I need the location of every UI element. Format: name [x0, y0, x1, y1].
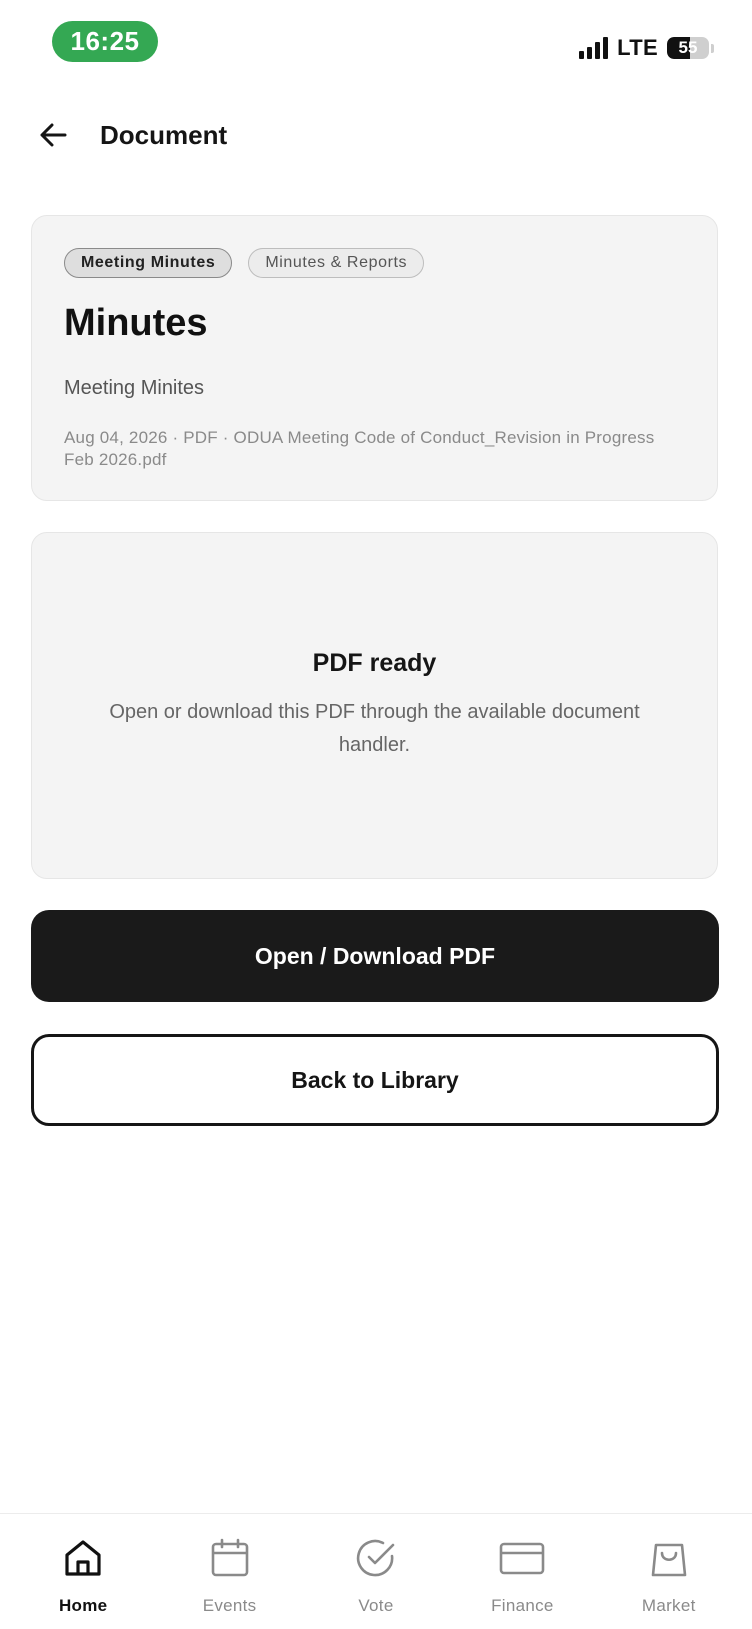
bottom-nav: Home Events Vote Finance Market: [0, 1513, 752, 1629]
document-info-card: Meeting Minutes Minutes & Reports Minute…: [31, 215, 718, 501]
nav-label-events: Events: [202, 1596, 257, 1615]
network-type: LTE: [617, 35, 658, 60]
nav-label-market: Market: [641, 1596, 696, 1615]
back-to-library-button[interactable]: Back to Library: [31, 1034, 719, 1126]
tag-chip-meeting-minutes[interactable]: Meeting Minutes: [64, 248, 233, 278]
status-indicators: LTE 55: [579, 34, 714, 62]
preview-description: Open or download this PDF through the av…: [109, 701, 640, 756]
document-subtitle: Meeting Minites: [64, 377, 205, 399]
nav-item-events[interactable]: Events: [165, 1514, 295, 1616]
calendar-icon: [206, 1534, 254, 1582]
nav-label-home: Home: [58, 1596, 108, 1615]
check-circle-icon: [352, 1534, 400, 1582]
nav-label-finance: Finance: [491, 1596, 554, 1615]
home-icon: [59, 1534, 107, 1582]
battery-level: 55: [678, 38, 698, 57]
document-title: Minutes: [64, 302, 208, 344]
document-meta: Aug 04, 2026 · PDF · ODUA Meeting Code o…: [64, 428, 655, 469]
nav-item-finance[interactable]: Finance: [457, 1514, 587, 1616]
nav-item-vote[interactable]: Vote: [311, 1514, 441, 1616]
open-download-pdf-button[interactable]: Open / Download PDF: [31, 910, 719, 1002]
nav-item-home[interactable]: Home: [18, 1514, 148, 1616]
back-arrow-icon[interactable]: [36, 118, 70, 152]
preview-title: PDF ready: [312, 649, 437, 677]
pdf-preview-card: PDF ready Open or download this PDF thro…: [31, 532, 718, 879]
card-icon: [498, 1534, 546, 1582]
shopping-bag-icon: [645, 1534, 693, 1582]
battery-cap: [711, 43, 714, 53]
tag-row: Meeting Minutes Minutes & Reports: [64, 248, 425, 278]
nav-label-vote: Vote: [358, 1596, 394, 1615]
tag-chip-minutes-reports[interactable]: Minutes & Reports: [248, 248, 425, 278]
battery-icon: 55: [667, 37, 709, 59]
signal-icon: [579, 37, 609, 59]
nav-item-market[interactable]: Market: [604, 1514, 734, 1616]
page-title: Document: [100, 120, 228, 150]
status-time: 16:25: [52, 21, 158, 62]
